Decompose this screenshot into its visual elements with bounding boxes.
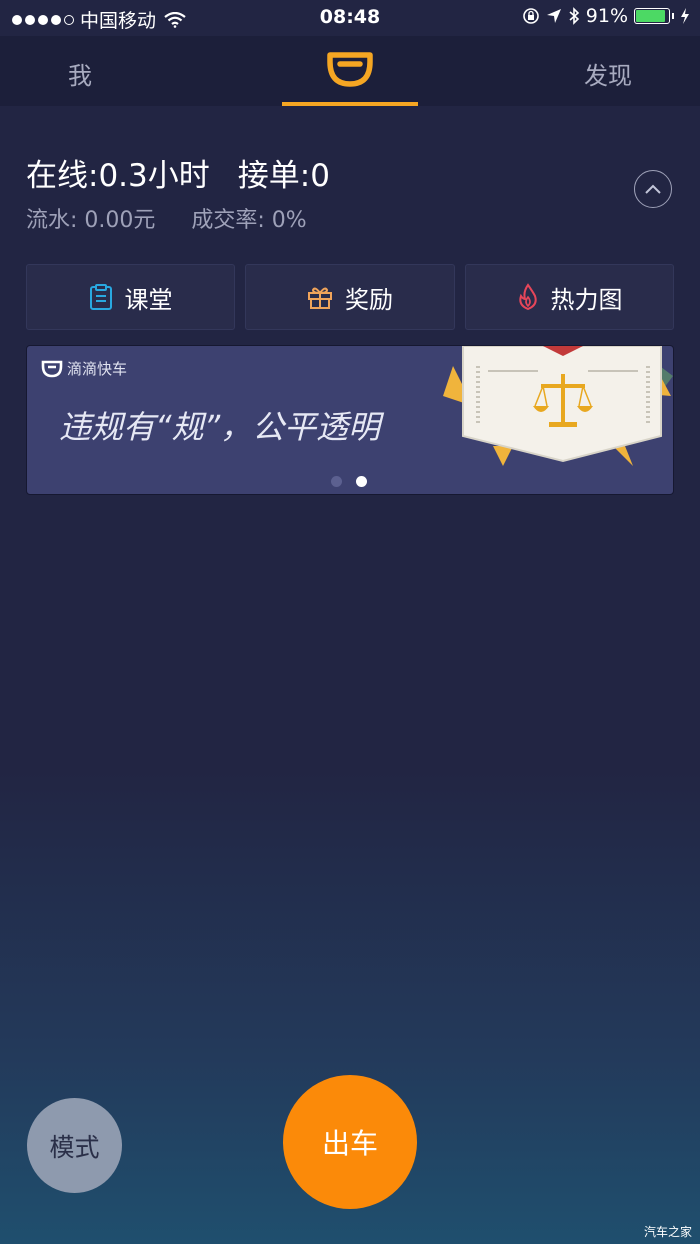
battery-tip xyxy=(672,13,674,19)
charging-icon xyxy=(681,8,689,24)
classroom-button[interactable]: 课堂 xyxy=(26,264,235,330)
didi-logo-icon xyxy=(41,360,63,377)
heatmap-label: 热力图 xyxy=(550,285,623,314)
start-driving-button[interactable]: 出车 xyxy=(283,1075,417,1209)
classroom-label: 课堂 xyxy=(124,285,173,314)
mode-button[interactable]: 模式 xyxy=(27,1098,122,1193)
status-bar: 中国移动 08:48 91% xyxy=(0,0,700,36)
didi-logo-icon[interactable] xyxy=(326,50,374,88)
heatmap-button[interactable]: 热力图 xyxy=(465,264,674,330)
location-arrow-icon xyxy=(546,9,561,23)
flame-icon xyxy=(518,283,537,311)
tab-me[interactable]: 我 xyxy=(68,56,92,91)
order-count: 接单:0 xyxy=(237,158,330,194)
top-nav: 我 发现 xyxy=(0,36,700,106)
battery-icon xyxy=(634,8,670,24)
clipboard-icon xyxy=(89,284,112,310)
watermark: 汽车之家 xyxy=(643,1225,692,1239)
tab-discover[interactable]: 发现 xyxy=(584,56,632,91)
banner-brand: 滴滴快车 xyxy=(41,358,127,379)
gift-icon xyxy=(308,287,332,309)
banner-slogan: 违规有“规”，公平透明 xyxy=(59,408,381,446)
banner-pager xyxy=(331,476,367,487)
promo-banner[interactable]: 滴滴快车 违规有“规”，公平透明 xyxy=(26,345,674,495)
banner-brand-label: 滴滴快车 xyxy=(67,360,128,378)
orientation-lock-icon xyxy=(522,8,539,24)
driver-stats: 在线:0.3小时 接单:0 流水: 0.00元 成交率: 0% xyxy=(26,150,358,233)
rewards-label: 奖励 xyxy=(345,285,393,314)
pager-dot[interactable] xyxy=(331,476,342,487)
bluetooth-icon xyxy=(569,7,579,25)
revenue: 流水: 0.00元 xyxy=(26,208,156,233)
online-hours: 在线:0.3小时 xyxy=(26,158,210,194)
collapse-button[interactable] xyxy=(634,170,672,208)
active-tab-indicator xyxy=(282,102,418,106)
pager-dot-active[interactable] xyxy=(356,476,367,487)
battery-percent: 91% xyxy=(585,5,628,27)
chevron-up-icon xyxy=(645,184,661,194)
scales-of-justice-icon xyxy=(443,346,673,466)
deal-rate: 成交率: 0% xyxy=(191,208,307,233)
rewards-button[interactable]: 奖励 xyxy=(245,264,455,330)
